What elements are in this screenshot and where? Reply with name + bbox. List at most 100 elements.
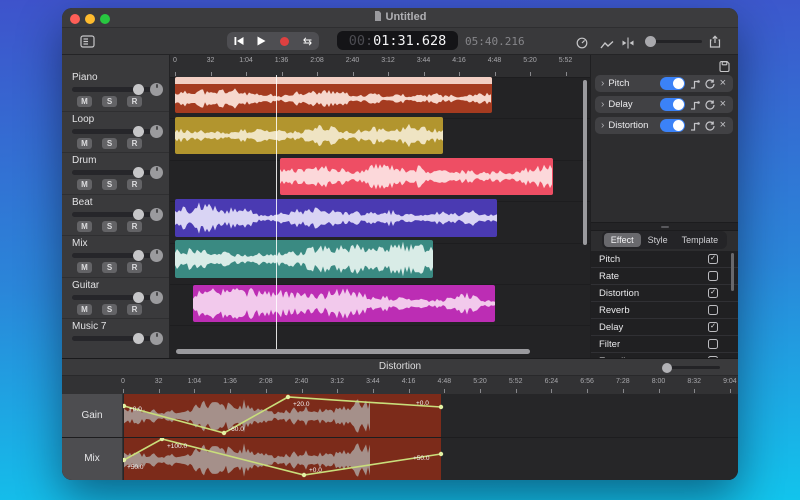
share-button[interactable] <box>709 35 721 53</box>
toolbar-zoom-slider-knob[interactable] <box>645 36 656 47</box>
track-header[interactable]: LoopMSR <box>62 112 169 154</box>
automation-point[interactable] <box>123 404 126 408</box>
record-arm-button[interactable]: R <box>127 262 142 273</box>
reset-effect-button[interactable] <box>705 100 715 110</box>
audio-clip[interactable] <box>175 77 492 113</box>
pan-knob[interactable] <box>150 208 163 221</box>
split-tool-button[interactable] <box>622 36 634 54</box>
pan-knob[interactable] <box>150 125 163 138</box>
remove-effect-button[interactable]: × <box>720 99 726 110</box>
track-volume-slider[interactable] <box>72 129 152 134</box>
timeline-horizontal-scrollbar[interactable] <box>176 349 530 354</box>
effect-list-item[interactable]: Reverb <box>591 302 738 319</box>
chevron-right-icon[interactable]: › <box>601 78 604 89</box>
chevron-right-icon[interactable]: › <box>601 99 604 110</box>
track-volume-knob[interactable] <box>133 250 144 261</box>
track-volume-knob[interactable] <box>133 209 144 220</box>
track-volume-knob[interactable] <box>133 84 144 95</box>
effect-list-item[interactable]: Filter <box>591 336 738 353</box>
tab-effect[interactable]: Effect <box>604 233 641 247</box>
sidebar-toggle-button[interactable] <box>80 35 95 53</box>
mute-button[interactable]: M <box>77 304 92 315</box>
track-volume-slider[interactable] <box>72 87 152 92</box>
track-volume-slider[interactable] <box>72 336 152 341</box>
effect-checkbox[interactable]: ✓ <box>708 322 718 332</box>
audio-clip[interactable] <box>175 117 443 154</box>
record-arm-button[interactable]: R <box>127 221 142 232</box>
loop-button[interactable]: ⇆ <box>299 34 317 48</box>
effect-checkbox[interactable] <box>708 305 718 315</box>
effect-checkbox[interactable]: ✓ <box>708 254 718 264</box>
audio-clip[interactable] <box>280 158 553 195</box>
effect-enable-toggle[interactable] <box>660 119 685 132</box>
automation-curve-button[interactable] <box>690 121 700 131</box>
record-arm-button[interactable]: R <box>127 304 142 315</box>
track-volume-slider[interactable] <box>72 253 152 258</box>
pan-knob[interactable] <box>150 249 163 262</box>
track-header[interactable]: GuitarMSR <box>62 278 169 320</box>
list-scrollbar[interactable] <box>731 253 734 291</box>
track-header[interactable]: Music 7 <box>62 319 169 358</box>
solo-button[interactable]: S <box>102 179 117 190</box>
track-volume-knob[interactable] <box>133 292 144 303</box>
track-volume-slider[interactable] <box>72 295 152 300</box>
reset-effect-button[interactable] <box>705 79 715 89</box>
pan-knob[interactable] <box>150 166 163 179</box>
track-header[interactable]: MixMSR <box>62 236 169 278</box>
track-volume-slider[interactable] <box>72 212 152 217</box>
tab-template[interactable]: Template <box>675 233 726 247</box>
timeline-vertical-scrollbar[interactable] <box>583 80 587 245</box>
effect-chain-row[interactable]: ›Distortion× <box>595 117 733 134</box>
record-arm-button[interactable]: R <box>127 179 142 190</box>
mute-button[interactable]: M <box>77 221 92 232</box>
timeline-area[interactable]: 0321:041:362:082:403:123:444:164:485:205… <box>170 55 590 358</box>
lane-content[interactable]: +50.0+100.0+0.0+50.0 <box>123 438 738 481</box>
solo-button[interactable]: S <box>102 221 117 232</box>
audio-clip[interactable] <box>175 199 497 237</box>
timeline-ruler[interactable]: 0321:041:362:082:403:123:444:164:485:205… <box>170 55 590 78</box>
toolbar-zoom-slider[interactable] <box>646 40 702 43</box>
effect-list-item[interactable]: Delay✓ <box>591 319 738 336</box>
automation-point[interactable] <box>302 472 306 476</box>
effect-chain-row[interactable]: ›Delay× <box>595 96 733 113</box>
automation-curve-button[interactable] <box>690 79 700 89</box>
effect-chain-row[interactable]: ›Pitch× <box>595 75 733 92</box>
play-button[interactable] <box>253 34 271 48</box>
automation-zoom-slider[interactable] <box>664 366 720 369</box>
track-volume-knob[interactable] <box>133 333 144 344</box>
pan-knob[interactable] <box>150 291 163 304</box>
mute-button[interactable]: M <box>77 138 92 149</box>
chevron-right-icon[interactable]: › <box>601 120 604 131</box>
solo-button[interactable]: S <box>102 138 117 149</box>
automation-zoom-knob[interactable] <box>662 363 672 373</box>
automation-point[interactable] <box>222 431 226 435</box>
tab-style[interactable]: Style <box>641 233 675 247</box>
track-volume-knob[interactable] <box>133 126 144 137</box>
automation-point[interactable] <box>439 405 443 409</box>
effect-list-item[interactable]: Pitch✓ <box>591 251 738 268</box>
record-arm-button[interactable]: R <box>127 96 142 107</box>
mute-button[interactable]: M <box>77 179 92 190</box>
mute-button[interactable]: M <box>77 96 92 107</box>
skip-back-button[interactable] <box>230 34 248 48</box>
solo-button[interactable]: S <box>102 96 117 107</box>
tempo-button[interactable] <box>576 36 588 54</box>
track-volume-slider[interactable] <box>72 170 152 175</box>
record-button[interactable] <box>276 34 294 48</box>
remove-effect-button[interactable]: × <box>720 78 726 89</box>
lane-content[interactable]: +0.0-60.0+20.0+0.0 <box>123 394 738 437</box>
effect-checkbox[interactable] <box>708 339 718 349</box>
automation-mode-button[interactable] <box>600 37 614 55</box>
solo-button[interactable]: S <box>102 262 117 273</box>
reset-effect-button[interactable] <box>705 121 715 131</box>
effect-list-item[interactable]: Rate <box>591 268 738 285</box>
pan-knob[interactable] <box>150 83 163 96</box>
effect-enable-toggle[interactable] <box>660 98 685 111</box>
audio-clip[interactable] <box>175 240 433 278</box>
audio-clip[interactable] <box>193 285 495 322</box>
effect-enable-toggle[interactable] <box>660 77 685 90</box>
effect-list-item[interactable]: Distortion✓ <box>591 285 738 302</box>
automation-ruler[interactable]: 0321:041:362:082:403:123:444:164:485:205… <box>62 376 738 395</box>
solo-button[interactable]: S <box>102 304 117 315</box>
automation-point[interactable] <box>286 395 290 399</box>
